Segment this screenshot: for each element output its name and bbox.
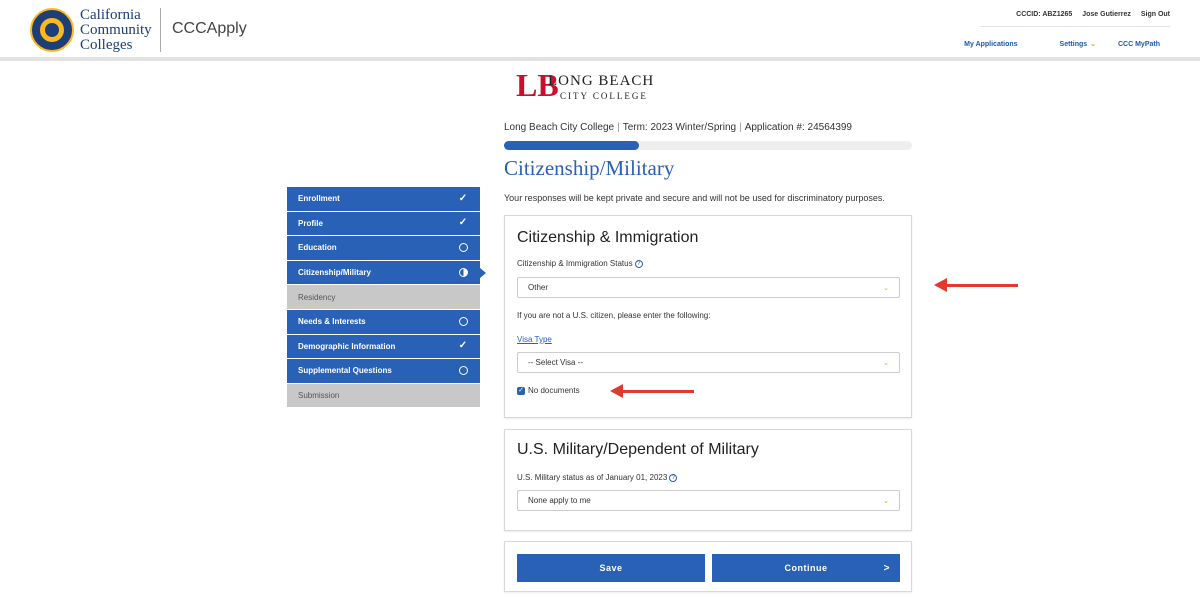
logo-divider <box>160 8 161 52</box>
sidebar-item-citizenship-military[interactable]: Citizenship/Military <box>287 260 486 286</box>
application-info: Long Beach City College | Term: 2023 Winte… <box>504 122 852 133</box>
header-rule <box>980 26 1170 27</box>
user-name[interactable]: Jose Gutierrez <box>1082 11 1131 18</box>
app-term: Term: 2023 Winter/Spring <box>622 122 737 133</box>
visa-type-value: -- Select Visa -- <box>528 358 583 367</box>
sidebar-item-label: Citizenship/Military <box>298 268 371 278</box>
lbcc-logo-icon: LB <box>516 67 559 103</box>
chevron-down-icon: ⌄ <box>883 359 889 367</box>
privacy-note: Your responses will be kept private and … <box>504 193 885 203</box>
header-nav: My Applications Settings ⌄ CCC MyPath <box>944 40 1160 48</box>
sidebar-item-residency: Residency <box>287 285 480 310</box>
military-card: U.S. Military/Dependent of Military U.S.… <box>504 429 912 531</box>
save-label: Save <box>599 563 623 573</box>
sidebar-item-label: Profile <box>298 218 323 228</box>
app-number: Application #: 24564399 <box>744 122 852 133</box>
mypath-link[interactable]: CCC MyPath <box>1118 41 1160 48</box>
citizenship-title: Citizenship & Immigration <box>517 229 699 246</box>
chevron-right-icon: > <box>883 562 890 574</box>
app-college: Long Beach City College <box>504 122 615 133</box>
sidebar-item-label: Education <box>298 243 337 253</box>
help-icon[interactable]: ? <box>634 259 643 268</box>
non-citizen-note: If you are not a U.S. citizen, please en… <box>517 311 711 320</box>
citizenship-status-select[interactable]: Other ⌄ <box>517 277 900 298</box>
no-documents-checkbox[interactable]: ✓ <box>517 386 525 395</box>
sidebar-item-supplemental-questions[interactable]: Supplemental Questions <box>287 359 480 384</box>
visa-type-select[interactable]: -- Select Visa -- ⌄ <box>517 352 900 373</box>
org-line-2: Community <box>80 22 152 38</box>
site-header: California Community Colleges CCCApply C… <box>0 0 1200 61</box>
sidebar-item-label: Enrollment <box>298 194 340 204</box>
progress-bar <box>504 141 912 150</box>
citizenship-status-label: Citizenship & Immigration Status? <box>517 259 643 268</box>
sidebar-item-label: Submission <box>298 391 340 401</box>
continue-button[interactable]: Continue > <box>712 554 900 582</box>
org-line-1: California <box>80 7 141 23</box>
settings-menu[interactable]: Settings ⌄ <box>1040 41 1097 48</box>
visa-type-link[interactable]: Visa Type <box>517 335 552 344</box>
military-status-label: U.S. Military status as of January 01, 2… <box>517 473 678 482</box>
sidebar-item-education[interactable]: Education <box>287 236 480 261</box>
help-icon[interactable]: ? <box>669 473 678 482</box>
chevron-down-icon: ⌄ <box>1090 41 1097 48</box>
cccid-label: CCCID: ABZ1265 <box>1016 11 1073 18</box>
half-circle-icon <box>459 268 468 278</box>
citizenship-status-value: Other <box>528 283 549 292</box>
sidebar-item-label: Supplemental Questions <box>298 366 392 376</box>
college-sub: CITY COLLEGE <box>560 91 648 101</box>
progress-fill <box>504 141 639 150</box>
sidebar-item-enrollment[interactable]: Enrollment ✓ <box>287 187 480 212</box>
settings-label: Settings <box>1059 41 1088 48</box>
empty-circle-icon <box>459 366 468 376</box>
continue-label: Continue <box>784 563 828 573</box>
sidebar-item-label: Needs & Interests <box>298 317 366 327</box>
citizenship-card: Citizenship & Immigration Citizenship & … <box>504 215 912 418</box>
sidebar-item-submission: Submission <box>287 383 480 409</box>
empty-circle-icon <box>459 243 468 253</box>
app-name[interactable]: CCCApply <box>172 20 247 38</box>
annotation-arrow-no-documents <box>610 384 694 398</box>
military-status-label-text: U.S. Military status as of January 01, 2… <box>517 473 668 482</box>
chevron-down-icon: ⌄ <box>883 497 889 505</box>
sign-out-link[interactable]: Sign Out <box>1141 11 1170 18</box>
sidebar-nav: Enrollment ✓ Profile ✓ Education Citizenship/… <box>287 187 486 409</box>
checkmark-icon: ✓ <box>458 192 468 204</box>
sidebar-item-label: Residency <box>298 292 336 302</box>
sidebar-item-label: Demographic Information <box>298 341 396 351</box>
user-bar: CCCID: ABZ1265 Jose Gutierrez Sign Out <box>1008 11 1170 18</box>
sidebar-item-profile[interactable]: Profile ✓ <box>287 211 480 237</box>
annotation-arrow-status <box>934 278 1018 292</box>
military-status-value: None apply to me <box>528 496 591 505</box>
college-name: LONG BEACH <box>548 73 655 89</box>
sidebar-item-demographic-information[interactable]: Demographic Information ✓ <box>287 334 480 360</box>
checkmark-icon: ✓ <box>458 217 468 229</box>
page-title: Citizenship/Military <box>504 156 675 180</box>
no-documents-row: ✓ No documents <box>517 386 580 395</box>
checkmark-icon: ✓ <box>458 340 468 352</box>
no-documents-label: No documents <box>528 386 580 395</box>
empty-circle-icon <box>459 317 468 327</box>
my-applications-link[interactable]: My Applications <box>964 41 1017 48</box>
military-title: U.S. Military/Dependent of Military <box>517 441 759 458</box>
ccc-seal-icon[interactable] <box>30 8 74 52</box>
sidebar-item-needs-interests[interactable]: Needs & Interests <box>287 309 480 335</box>
chevron-down-icon: ⌄ <box>883 284 889 292</box>
ccc-logo-text[interactable]: California Community Colleges <box>80 8 152 53</box>
save-button[interactable]: Save <box>517 554 705 582</box>
org-line-3: Colleges <box>80 37 133 53</box>
military-status-select[interactable]: None apply to me ⌄ <box>517 490 900 511</box>
citizenship-status-label-text: Citizenship & Immigration Status <box>517 259 633 268</box>
actions-card: Save Continue > <box>504 541 912 592</box>
